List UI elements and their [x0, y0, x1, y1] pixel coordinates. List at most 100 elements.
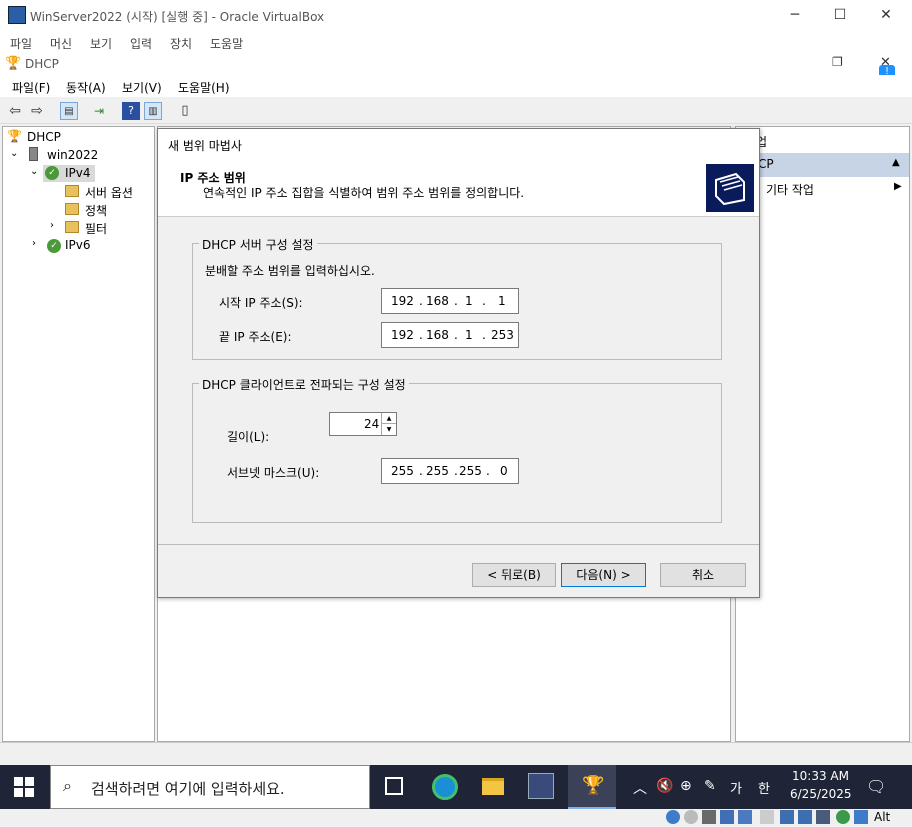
end-ip-label: 끝 IP 주소(E): — [219, 330, 292, 344]
start-ip-octet-2[interactable]: 168 — [426, 294, 449, 308]
vbox-mouse-icon[interactable] — [854, 810, 868, 824]
new-scope-wizard: 새 범위 마법사 IP 주소 범위 연속적인 IP 주소 집합을 식별하여 범위… — [157, 128, 760, 598]
speaker-muted-icon[interactable]: 🔇 — [656, 778, 673, 794]
end-ip-input[interactable]: 192 . 168 . 1 . 253 — [381, 322, 519, 348]
clock-time[interactable]: 10:33 AM — [792, 769, 849, 783]
mmc-statusbar — [0, 742, 912, 765]
network-globe-icon[interactable]: ⊕ — [680, 778, 692, 794]
tree-item-server-options[interactable]: 서버 옵션 — [85, 184, 133, 201]
mmc-menu-view[interactable]: 보기(V) — [122, 79, 162, 96]
search-icon: ⌕ — [63, 776, 72, 795]
edge-icon[interactable] — [432, 774, 458, 800]
mmc-menu-action[interactable]: 동작(A) — [66, 79, 106, 96]
vbox-menu-devices[interactable]: 장치 — [170, 35, 192, 52]
length-value[interactable]: 24 — [364, 417, 379, 431]
vbox-menu-view[interactable]: 보기 — [90, 35, 112, 52]
server-icon[interactable]: ▯ — [176, 102, 194, 120]
length-spinner[interactable]: 24 ▲ ▼ — [329, 412, 397, 436]
mmc-window-title: DHCP — [25, 57, 59, 71]
actions-pane: 업 CP ▲ 기타 작업 ▶ — [735, 126, 910, 742]
wizard-title: 새 범위 마법사 — [168, 139, 242, 153]
cancel-button[interactable]: 취소 — [660, 563, 746, 587]
task-view-icon[interactable] — [385, 777, 403, 795]
start-ip-octet-1[interactable]: 192 — [391, 294, 414, 308]
ime-hangul[interactable]: 한 — [758, 778, 770, 797]
vbox-shared-folder-icon[interactable] — [760, 810, 774, 824]
wizard-folder-icon — [706, 164, 754, 212]
show-hide-tree-icon[interactable]: ▤ — [60, 102, 78, 120]
export-list-icon[interactable]: ⇥ — [90, 102, 108, 120]
chevron-up-icon[interactable]: ︿ — [633, 778, 647, 798]
end-ip-octet-3[interactable]: 1 — [465, 328, 473, 342]
start-button[interactable] — [14, 777, 34, 797]
vbox-network-icon[interactable] — [720, 810, 734, 824]
vbox-statusbar: Alt — [0, 809, 912, 827]
range-instruction: 분배할 주소 범위를 입력하십시오. — [205, 264, 375, 278]
vbox-menu-file[interactable]: 파일 — [10, 35, 32, 52]
forward-arrow-icon[interactable]: ⇨ — [28, 102, 46, 120]
ime-mode[interactable]: 가 — [730, 778, 742, 797]
dhcp-taskbar-app-active[interactable]: 🏆 — [568, 765, 616, 809]
start-ip-octet-3[interactable]: 1 — [465, 294, 473, 308]
end-ip-octet-2[interactable]: 168 — [426, 328, 449, 342]
vbox-menu-help[interactable]: 도움말 — [210, 35, 243, 52]
wizard-titlebar: 새 범위 마법사 — [158, 129, 759, 159]
mask-octet-1[interactable]: 255 — [391, 464, 414, 478]
mmc-menu-help[interactable]: 도움말(H) — [178, 79, 230, 96]
tree-item-filters[interactable]: 필터 — [85, 220, 107, 237]
mask-octet-4[interactable]: 0 — [500, 464, 508, 478]
start-ip-octet-4[interactable]: 1 — [498, 294, 506, 308]
start-ip-input[interactable]: 192 . 168 . 1 . 1 — [381, 288, 519, 314]
tree-item-dhcp[interactable]: DHCP — [27, 130, 61, 144]
mask-octet-3[interactable]: 255 — [459, 464, 482, 478]
spin-down-icon[interactable]: ▼ — [381, 424, 396, 435]
vbox-hdd-icon[interactable] — [666, 810, 680, 824]
vbox-optical-icon[interactable] — [684, 810, 698, 824]
next-button[interactable]: 다음(N) > — [561, 563, 646, 587]
vbox-titlebar: WinServer2022 (시작) [실행 중] - Oracle Virtu… — [0, 0, 912, 31]
vbox-audio-icon[interactable] — [702, 810, 716, 824]
end-ip-octet-1[interactable]: 192 — [391, 328, 414, 342]
vbox-vt-icon[interactable] — [816, 810, 830, 824]
maximize-icon[interactable]: ☐ — [820, 4, 860, 26]
restore-icon[interactable]: ❐ — [832, 55, 843, 69]
ime-pad-icon[interactable]: ✎ — [704, 778, 716, 794]
subnet-mask-label: 서브넷 마스크(U): — [227, 466, 320, 480]
mask-octet-2[interactable]: 255 — [426, 464, 449, 478]
virtualbox-icon — [8, 6, 26, 24]
vbox-display-icon[interactable] — [780, 810, 794, 824]
wizard-header: IP 주소 범위 연속적인 IP 주소 집합을 식별하여 범위 주소 범위를 정… — [158, 159, 759, 217]
file-explorer-icon[interactable] — [482, 778, 504, 795]
vbox-usb-icon[interactable] — [738, 810, 752, 824]
start-ip-label: 시작 IP 주소(S): — [219, 296, 303, 310]
chevron-down-icon[interactable]: ⌄ — [10, 148, 18, 159]
minimize-icon[interactable]: ─ — [775, 4, 815, 26]
show-action-pane-icon[interactable]: ▥ — [144, 102, 162, 120]
help-icon[interactable]: ? — [122, 102, 140, 120]
server-manager-icon[interactable] — [528, 773, 554, 799]
actions-section-dhcp[interactable]: CP ▲ — [736, 153, 909, 177]
tree-item-ipv6[interactable]: IPv6 — [65, 238, 91, 252]
chevron-right-icon[interactable]: › — [50, 220, 54, 231]
notification-center-icon[interactable]: 🗨 — [866, 777, 886, 796]
vbox-recording-icon[interactable] — [798, 810, 812, 824]
mmc-menu-file[interactable]: 파일(F) — [12, 79, 50, 96]
back-arrow-icon[interactable]: ⇦ — [6, 102, 24, 120]
subnet-mask-input[interactable]: 255 . 255 . 255 . 0 — [381, 458, 519, 484]
vbox-green-icon[interactable] — [836, 810, 850, 824]
vbox-menu-input[interactable]: 입력 — [130, 35, 152, 52]
end-ip-octet-4[interactable]: 253 — [491, 328, 514, 342]
clock-date[interactable]: 6/25/2025 — [790, 787, 852, 801]
spin-up-icon[interactable]: ▲ — [381, 413, 396, 424]
vbox-menu-machine[interactable]: 머신 — [50, 35, 72, 52]
host-key-label: Alt — [874, 810, 891, 824]
back-button[interactable]: < 뒤로(B) — [472, 563, 556, 587]
tree-item-server[interactable]: win2022 — [47, 148, 98, 162]
close-icon[interactable]: ✕ — [866, 4, 906, 26]
wizard-header-desc: 연속적인 IP 주소 집합을 식별하여 범위 주소 범위를 정의합니다. — [203, 186, 525, 200]
tree-item-policies[interactable]: 정책 — [85, 202, 107, 219]
taskbar-search-box[interactable]: ⌕ 검색하려면 여기에 입력하세요. — [50, 765, 370, 809]
actions-more[interactable]: 기타 작업 — [766, 181, 814, 198]
chevron-right-icon[interactable]: › — [32, 238, 36, 249]
chevron-down-icon[interactable]: ⌄ — [30, 166, 38, 177]
